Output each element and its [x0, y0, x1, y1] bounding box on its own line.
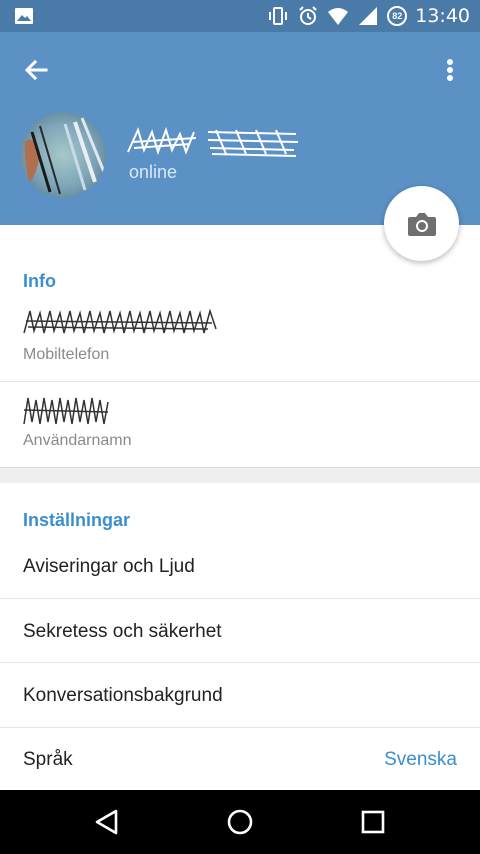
avatar[interactable]	[20, 112, 106, 198]
system-navigation-bar	[0, 790, 480, 854]
signal-icon	[359, 7, 378, 25]
phone-number-redacted[interactable]	[22, 307, 220, 339]
online-status: online	[129, 162, 178, 182]
clock: 13:40	[415, 5, 470, 27]
settings-item-chat-background[interactable]: Konversationsbakgrund	[23, 685, 223, 707]
divider	[0, 598, 480, 599]
info-section-title: Info	[23, 271, 56, 291]
battery-level: 82	[392, 11, 403, 21]
divider	[0, 381, 480, 382]
gallery-notification-icon	[15, 8, 33, 24]
profile-name-redacted	[127, 126, 299, 157]
nav-recents-icon[interactable]	[355, 804, 391, 840]
camera-button[interactable]	[384, 186, 459, 261]
settings-section-title: Inställningar	[23, 510, 131, 530]
battery-icon: 82	[387, 6, 408, 26]
settings-item-language[interactable]: Språk	[23, 749, 73, 771]
nav-home-icon[interactable]	[222, 804, 258, 840]
divider	[0, 662, 480, 663]
alarm-icon	[299, 6, 317, 25]
username-redacted[interactable]	[22, 394, 110, 428]
back-arrow-icon[interactable]	[18, 52, 54, 88]
camera-icon	[407, 212, 436, 236]
language-value[interactable]: Svenska	[384, 749, 457, 771]
nav-back-icon[interactable]	[88, 804, 124, 840]
divider	[0, 727, 480, 728]
username-label: Användarnamn	[23, 432, 132, 449]
status-bar: 82 13:40	[0, 0, 480, 32]
wifi-icon	[328, 8, 349, 25]
phone-label: Mobiltelefon	[23, 346, 110, 363]
settings-item-notifications[interactable]: Aviseringar och Ljud	[23, 556, 195, 578]
vibrate-icon	[269, 7, 288, 25]
settings-item-privacy[interactable]: Sekretess och säkerhet	[23, 621, 222, 643]
more-options-icon[interactable]	[438, 52, 462, 88]
section-separator	[0, 467, 480, 483]
